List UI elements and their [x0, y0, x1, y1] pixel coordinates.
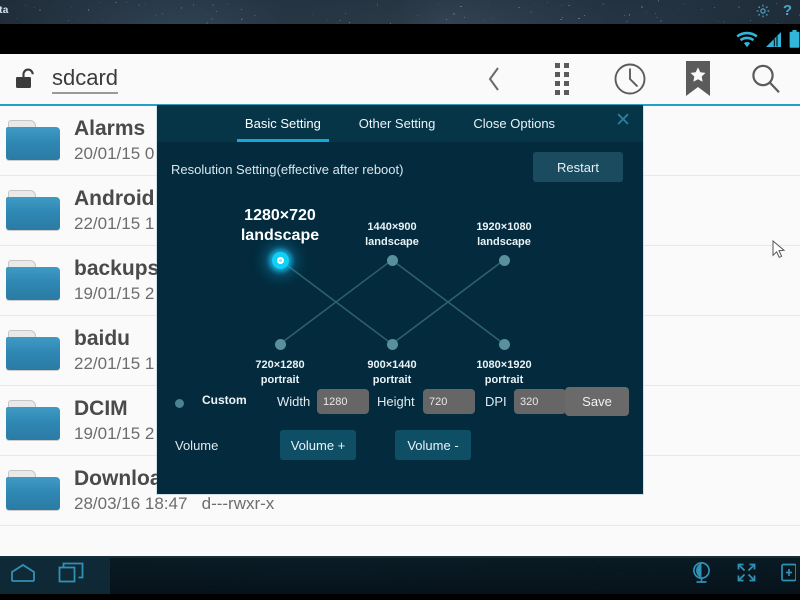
clock-history-icon[interactable]: [596, 54, 664, 104]
dialog-tab-bar: Basic Setting Other Setting Close Options: [157, 105, 643, 142]
file-name: backups: [74, 256, 159, 282]
file-date: 22/01/15 1: [74, 352, 154, 376]
file-date: 28/03/16 18:47 d---rwxr-x: [74, 492, 274, 516]
resolution-orientation: landscape: [215, 226, 345, 246]
file-meta: Android 22/01/15 1: [74, 186, 154, 236]
resolution-dot-r1080x1920[interactable]: [499, 339, 510, 350]
file-manager-actions: [460, 54, 800, 104]
restart-button[interactable]: Restart: [533, 152, 623, 182]
folder-icon: [6, 470, 62, 512]
android-status-bar: [0, 24, 800, 54]
resolution-label-r1440x900[interactable]: 1440×900 landscape: [327, 220, 457, 250]
tab-other-setting[interactable]: Other Setting: [357, 105, 438, 142]
resolution-label-r900x1440[interactable]: 900×1440 portrait: [327, 358, 457, 388]
file-date: 19/01/15 2: [74, 282, 159, 306]
emulator-bottom-edge: [0, 594, 800, 600]
resolution-size: 1080×1920: [439, 358, 569, 373]
resolution-orientation: landscape: [439, 235, 569, 250]
bookmark-star-icon[interactable]: [664, 54, 732, 104]
file-name: Alarms: [74, 116, 154, 142]
emulator-title: Beta: [0, 5, 8, 16]
height-input[interactable]: 720: [423, 389, 475, 414]
resolution-label-r1280x720[interactable]: 1280×720 landscape: [215, 206, 345, 246]
file-meta: DCIM 19/01/15 2: [74, 396, 154, 446]
height-label: Height: [377, 394, 415, 409]
folder-icon: [6, 260, 62, 302]
recent-apps-icon[interactable]: [58, 562, 84, 589]
folder-icon: [6, 400, 62, 442]
file-date: 22/01/15 1: [74, 212, 154, 236]
file-meta: Alarms 20/01/15 0: [74, 116, 154, 166]
gear-icon[interactable]: [755, 3, 771, 19]
battery-icon: [789, 30, 800, 48]
tab-basic-setting[interactable]: Basic Setting: [243, 105, 323, 142]
file-date: 19/01/15 2: [74, 422, 154, 446]
resolution-orientation: landscape: [327, 235, 457, 250]
custom-resolution-row: Custom Width 1280 Height 720 DPI 320 Sav…: [157, 386, 643, 420]
nav-bar-left-buttons: [0, 556, 110, 594]
resolution-size: 900×1440: [327, 358, 457, 373]
file-meta: baidu 22/01/15 1: [74, 326, 154, 376]
emulator-titlebar-actions: ?: [755, 3, 792, 19]
dpi-input[interactable]: 320: [514, 389, 566, 414]
resolution-dot-r1920x1080[interactable]: [499, 255, 510, 266]
tab-close-options[interactable]: Close Options: [471, 105, 557, 142]
question-mark-icon[interactable]: ?: [783, 3, 792, 19]
folder-icon: [6, 190, 62, 232]
resolution-size: 720×1280: [215, 358, 345, 373]
camera-icon[interactable]: [690, 561, 713, 589]
dpi-label: DPI: [485, 394, 507, 409]
save-button[interactable]: Save: [565, 387, 629, 416]
file-name: DCIM: [74, 396, 154, 422]
file-name: Android: [74, 186, 154, 212]
resolution-size: 1920×1080: [439, 220, 569, 235]
nav-bar-right-buttons: [690, 561, 800, 589]
custom-label: Custom: [202, 393, 247, 407]
settings-dialog: Basic Setting Other Setting Close Options …: [157, 105, 643, 494]
search-icon[interactable]: [732, 54, 800, 104]
volume-down-button[interactable]: Volume -: [395, 430, 471, 460]
width-label: Width: [277, 394, 310, 409]
wifi-icon: [736, 31, 758, 48]
width-input[interactable]: 1280: [317, 389, 369, 414]
file-manager-header: sdcard: [0, 54, 800, 106]
android-nav-bar: [0, 556, 800, 594]
grid-view-icon[interactable]: [528, 54, 596, 104]
emulator-titlebar: Beta ?: [0, 0, 800, 24]
unlocked-padlock-icon[interactable]: [0, 66, 52, 92]
resolution-dot-r900x1440[interactable]: [387, 339, 398, 350]
volume-label: Volume: [175, 438, 218, 453]
back-chevron-icon[interactable]: [460, 54, 528, 104]
resolution-setting-label: Resolution Setting(effective after reboo…: [171, 162, 403, 177]
home-icon[interactable]: [10, 562, 36, 589]
resolution-label-r1080x1920[interactable]: 1080×1920 portrait: [439, 358, 569, 388]
fullscreen-icon[interactable]: [735, 561, 758, 589]
resolution-label-r1920x1080[interactable]: 1920×1080 landscape: [439, 220, 569, 250]
resolution-size: 1440×900: [327, 220, 457, 235]
custom-radio[interactable]: [175, 399, 184, 408]
screen: Beta ?: [0, 0, 800, 600]
volume-up-button[interactable]: Volume +: [280, 430, 356, 460]
resolution-dot-r1280x720[interactable]: [272, 252, 289, 269]
folder-icon: [6, 330, 62, 372]
install-apk-icon[interactable]: [780, 561, 796, 589]
file-date: 20/01/15 0: [74, 142, 154, 166]
volume-row: Volume Volume + Volume -: [157, 430, 643, 464]
file-meta: backups 19/01/15 2: [74, 256, 159, 306]
resolution-label-r720x1280[interactable]: 720×1280 portrait: [215, 358, 345, 388]
folder-icon: [6, 120, 62, 162]
dialog-body: Resolution Setting(effective after reboo…: [157, 142, 643, 494]
file-name: baidu: [74, 326, 154, 352]
path-breadcrumb[interactable]: sdcard: [52, 65, 118, 94]
close-icon[interactable]: ✕: [615, 111, 631, 130]
mouse-cursor: [772, 240, 786, 265]
signal-bars-icon: [765, 31, 782, 48]
resolution-dot-r720x1280[interactable]: [275, 339, 286, 350]
resolution-picker: 1280×720 landscape 1440×900 landscape 1920×1…: [157, 194, 643, 384]
resolution-dot-r1440x900[interactable]: [387, 255, 398, 266]
resolution-size: 1280×720: [215, 206, 345, 226]
